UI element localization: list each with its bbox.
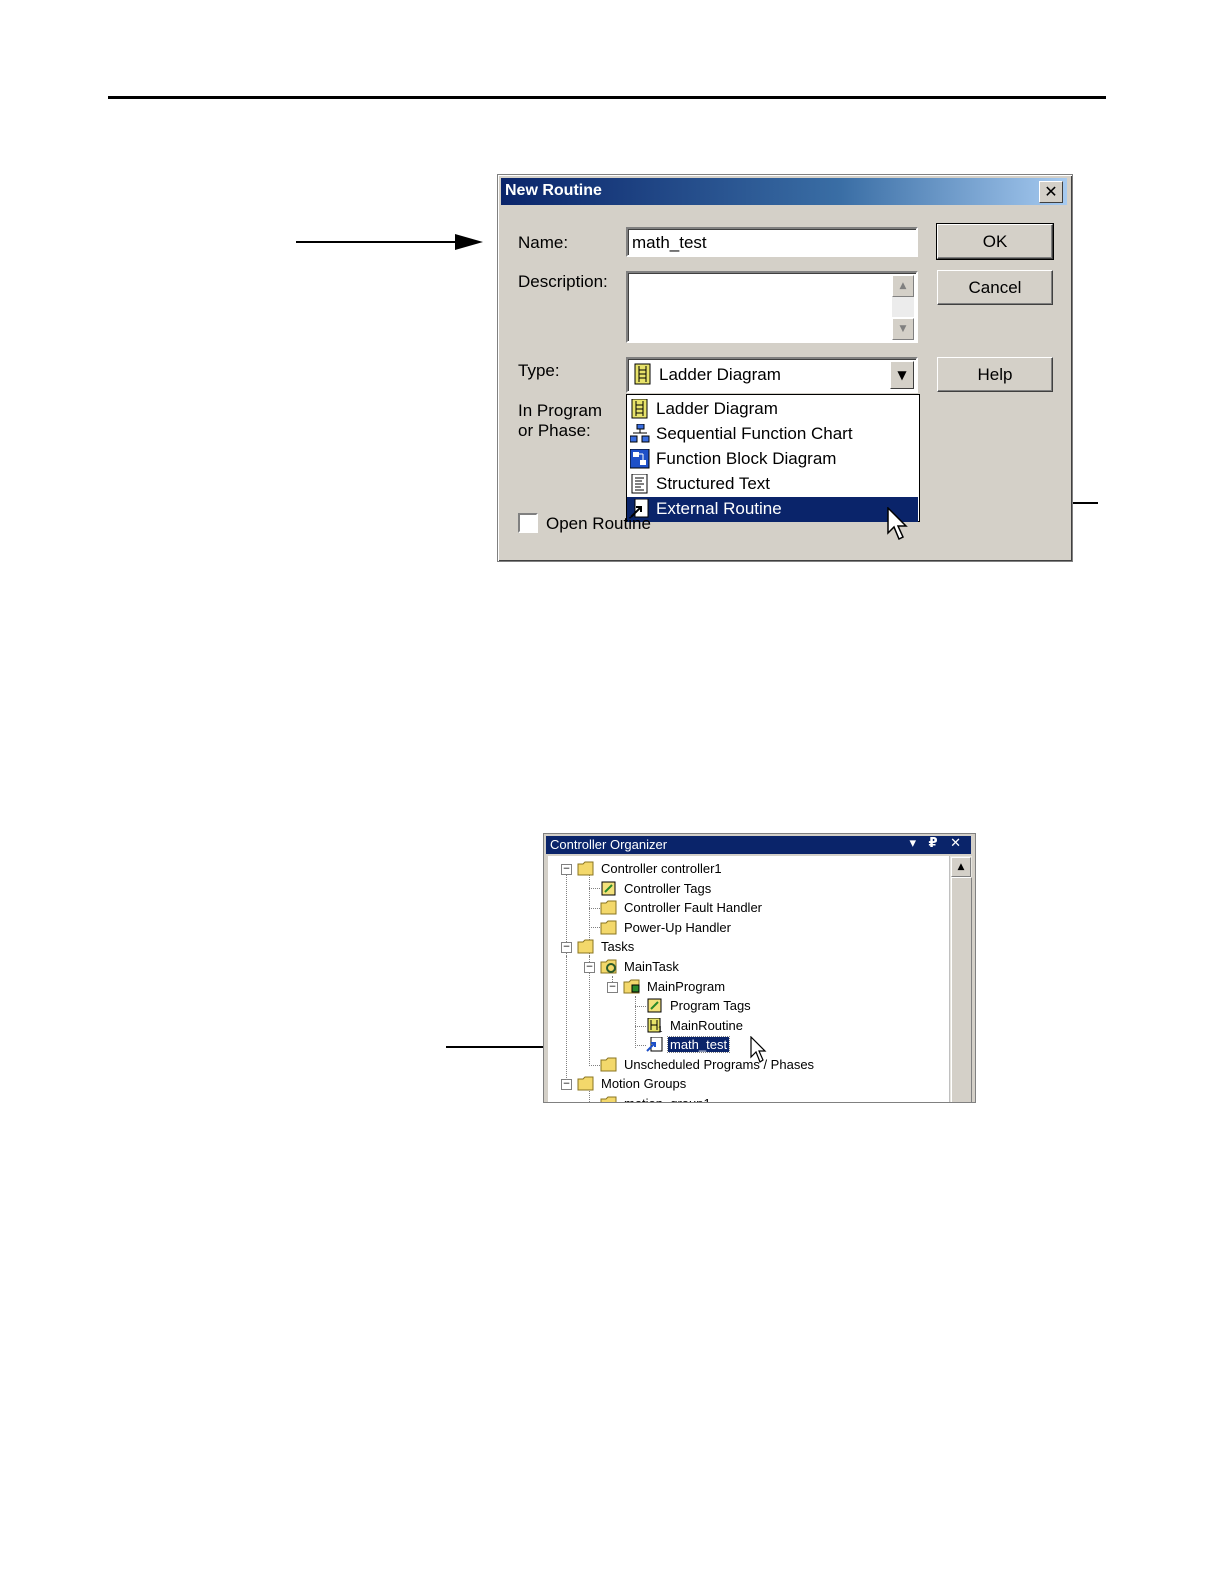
program-label-line1: In Program — [518, 401, 603, 420]
organizer-scroll-thumb[interactable] — [951, 877, 972, 1102]
fbd-icon — [630, 449, 650, 469]
folder-icon — [600, 920, 617, 935]
type-option-ladder-diagram[interactable]: Ladder Diagram — [627, 397, 918, 422]
tags-icon — [601, 881, 616, 896]
close-button[interactable]: ✕ — [1039, 181, 1063, 203]
type-select[interactable]: Ladder Diagram ▼ — [626, 357, 918, 393]
dialog-title: New Routine — [505, 182, 602, 199]
tags-icon — [647, 998, 662, 1013]
expander-motion-groups[interactable]: − — [561, 1079, 572, 1090]
folder-icon — [600, 1096, 617, 1102]
organizer-window-controls[interactable]: ▾ ₽ ✕ — [909, 836, 965, 851]
type-option-external-routine[interactable]: External Routine — [627, 497, 918, 522]
structured-text-icon — [631, 474, 648, 494]
callout-arrow-name — [296, 241, 456, 243]
type-option-label: External Routine — [656, 499, 782, 518]
dialog-title-bar: New Routine ✕ — [501, 178, 1067, 205]
tree-item-label: Controller controller1 — [601, 861, 722, 876]
type-dropdown-button[interactable]: ▼ — [890, 361, 914, 389]
program-label-line2: or Phase: — [518, 421, 591, 440]
callout-arrow-name-head — [455, 234, 483, 250]
organizer-scroll-up[interactable]: ▲ — [951, 857, 971, 877]
folder-icon — [600, 1057, 617, 1072]
tree-item-label: Controller Fault Handler — [624, 900, 763, 915]
svg-text:1: 1 — [658, 1025, 663, 1033]
tree-item-label: math_test — [666, 1036, 731, 1053]
scroll-up-icon: ▲ — [957, 862, 965, 872]
folder-icon — [577, 939, 594, 954]
ok-button[interactable]: OK — [936, 223, 1054, 260]
type-dropdown-list: Ladder Diagram Sequential Function Chart… — [626, 394, 920, 522]
ladder-diagram-icon — [634, 363, 651, 385]
routine-icon: 1 — [647, 1018, 663, 1033]
scroll-up-icon: ▲ — [899, 281, 907, 291]
cancel-button[interactable]: Cancel — [937, 270, 1053, 305]
tree-item-label: Motion Groups — [601, 1076, 687, 1091]
tree-item-label: Unscheduled Programs / Phases — [624, 1057, 815, 1072]
name-input-value: math_test — [632, 233, 707, 252]
expander-mainprogram[interactable]: − — [607, 982, 618, 993]
organizer-tree: − − − − − Controller controller1 Control… — [548, 856, 949, 1102]
type-option-label: Sequential Function Chart — [656, 424, 853, 443]
organizer-title-bar: Controller Organizer ▾ ₽ ✕ — [546, 836, 971, 854]
chevron-down-icon: ▼ — [897, 368, 907, 382]
tree-item-label: MainTask — [624, 959, 679, 974]
tree-item-label: Tasks — [601, 939, 635, 954]
help-button[interactable]: Help — [937, 357, 1053, 392]
type-option-label: Ladder Diagram — [656, 399, 778, 418]
name-input[interactable]: math_test — [626, 227, 918, 257]
ladder-diagram-icon — [631, 399, 648, 419]
description-label: Description: — [518, 272, 608, 291]
tree-item-label: motion_group1 — [624, 1096, 711, 1102]
type-option-fbd[interactable]: Function Block Diagram — [627, 447, 918, 472]
controller-organizer-panel: Controller Organizer ▾ ₽ ✕ − − − − − Con… — [543, 833, 976, 1103]
page-top-rule — [108, 96, 1106, 99]
organizer-scrollbar[interactable]: ▲ — [949, 856, 972, 1102]
new-routine-dialog: New Routine ✕ Name: math_test Descriptio… — [497, 174, 1073, 562]
type-option-label: Function Block Diagram — [656, 449, 837, 468]
tree-item-label: Power-Up Handler — [624, 920, 731, 935]
tree-item-label: MainRoutine — [670, 1018, 743, 1033]
type-label: Type: — [518, 361, 560, 380]
type-select-value: Ladder Diagram — [659, 365, 781, 384]
open-routine-checkbox[interactable] — [518, 513, 538, 533]
description-textarea[interactable]: ▲ ▼ — [626, 271, 918, 343]
organizer-title: Controller Organizer — [550, 837, 668, 852]
description-scroll-down[interactable]: ▼ — [892, 318, 914, 340]
description-scroll-up[interactable]: ▲ — [892, 275, 914, 297]
type-option-sfc[interactable]: Sequential Function Chart — [627, 422, 918, 447]
tree-item-label: Program Tags — [670, 998, 751, 1013]
expander-tasks[interactable]: − — [561, 942, 572, 953]
task-icon — [600, 959, 617, 974]
folder-icon — [577, 1076, 594, 1091]
type-option-label: Structured Text — [656, 474, 771, 493]
expander-maintask[interactable]: − — [584, 962, 595, 973]
mouse-pointer-icon — [887, 507, 908, 541]
folder-icon — [577, 861, 594, 876]
sfc-icon — [630, 424, 650, 443]
tree-item-label: MainProgram — [647, 979, 726, 994]
external-routine-icon — [646, 1037, 663, 1052]
folder-icon — [600, 900, 617, 915]
name-label: Name: — [518, 233, 569, 252]
expander-controller[interactable]: − — [561, 864, 572, 875]
scroll-down-icon: ▼ — [899, 324, 907, 334]
open-routine-label: Open Routine — [546, 514, 651, 533]
close-icon: ✕ — [1044, 182, 1058, 201]
type-option-structured-text[interactable]: Structured Text — [627, 472, 918, 497]
tree-item-label: Controller Tags — [624, 881, 712, 896]
program-icon — [623, 979, 640, 994]
description-scroll-track[interactable] — [892, 297, 914, 317]
